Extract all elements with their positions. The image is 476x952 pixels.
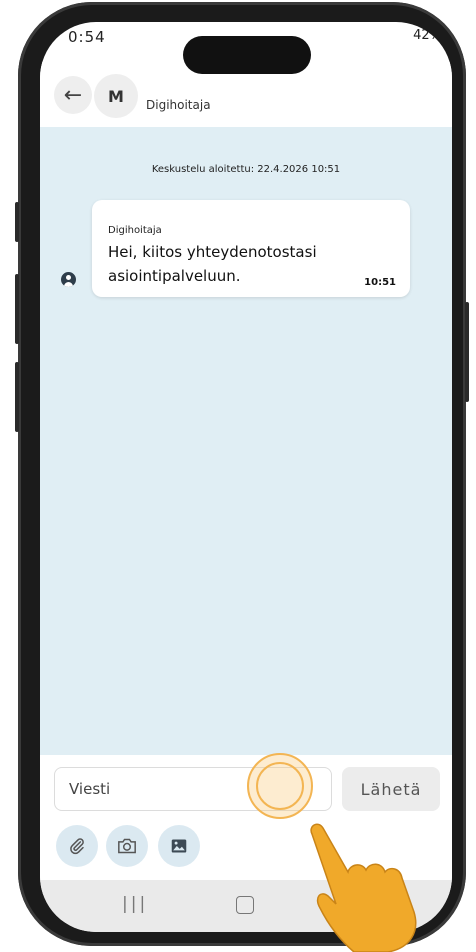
- power-button: [465, 302, 469, 402]
- send-button[interactable]: Lähetä: [342, 767, 440, 811]
- chat-area[interactable]: Keskustelu aloitettu: 22.4.2026 10:51 Di…: [40, 127, 452, 755]
- camera-icon: [118, 838, 136, 854]
- home-button[interactable]: [236, 896, 254, 914]
- image-icon: [171, 839, 187, 853]
- status-time: 0:54: [68, 28, 106, 46]
- message-text: Hei, kiitos yhteydenotostasi asiointipal…: [108, 243, 317, 285]
- recents-button[interactable]: |||: [122, 894, 148, 914]
- pointing-hand-icon: [310, 823, 417, 952]
- user-icon: [61, 272, 76, 287]
- battery-level: 42%: [413, 28, 442, 43]
- attach-button[interactable]: [56, 825, 98, 867]
- screen: 0:54 42% ← M Digihoitaja Keskustelu aloi…: [40, 22, 452, 932]
- volume-down-button: [15, 362, 19, 432]
- image-button[interactable]: [158, 825, 200, 867]
- avatar: M: [94, 74, 138, 118]
- conversation-started-label: Keskustelu aloitettu: 22.4.2026 10:51: [151, 164, 341, 175]
- paperclip-icon: [70, 838, 84, 855]
- volume-up-button: [15, 274, 19, 344]
- back-arrow-icon: ←: [63, 82, 83, 108]
- avatar-letter: M: [108, 86, 124, 106]
- conversation-title: Digihoitaja: [146, 98, 211, 112]
- tap-indicator: [247, 753, 313, 819]
- message-sender: Digihoitaja: [108, 225, 162, 236]
- message-bubble: Digihoitaja Hei, kiitos yhteydenotostasi…: [92, 200, 410, 297]
- dynamic-island: [183, 36, 311, 74]
- back-button[interactable]: ←: [54, 76, 92, 114]
- message-time: 10:51: [364, 277, 396, 288]
- camera-button[interactable]: [106, 825, 148, 867]
- side-button: [15, 202, 19, 242]
